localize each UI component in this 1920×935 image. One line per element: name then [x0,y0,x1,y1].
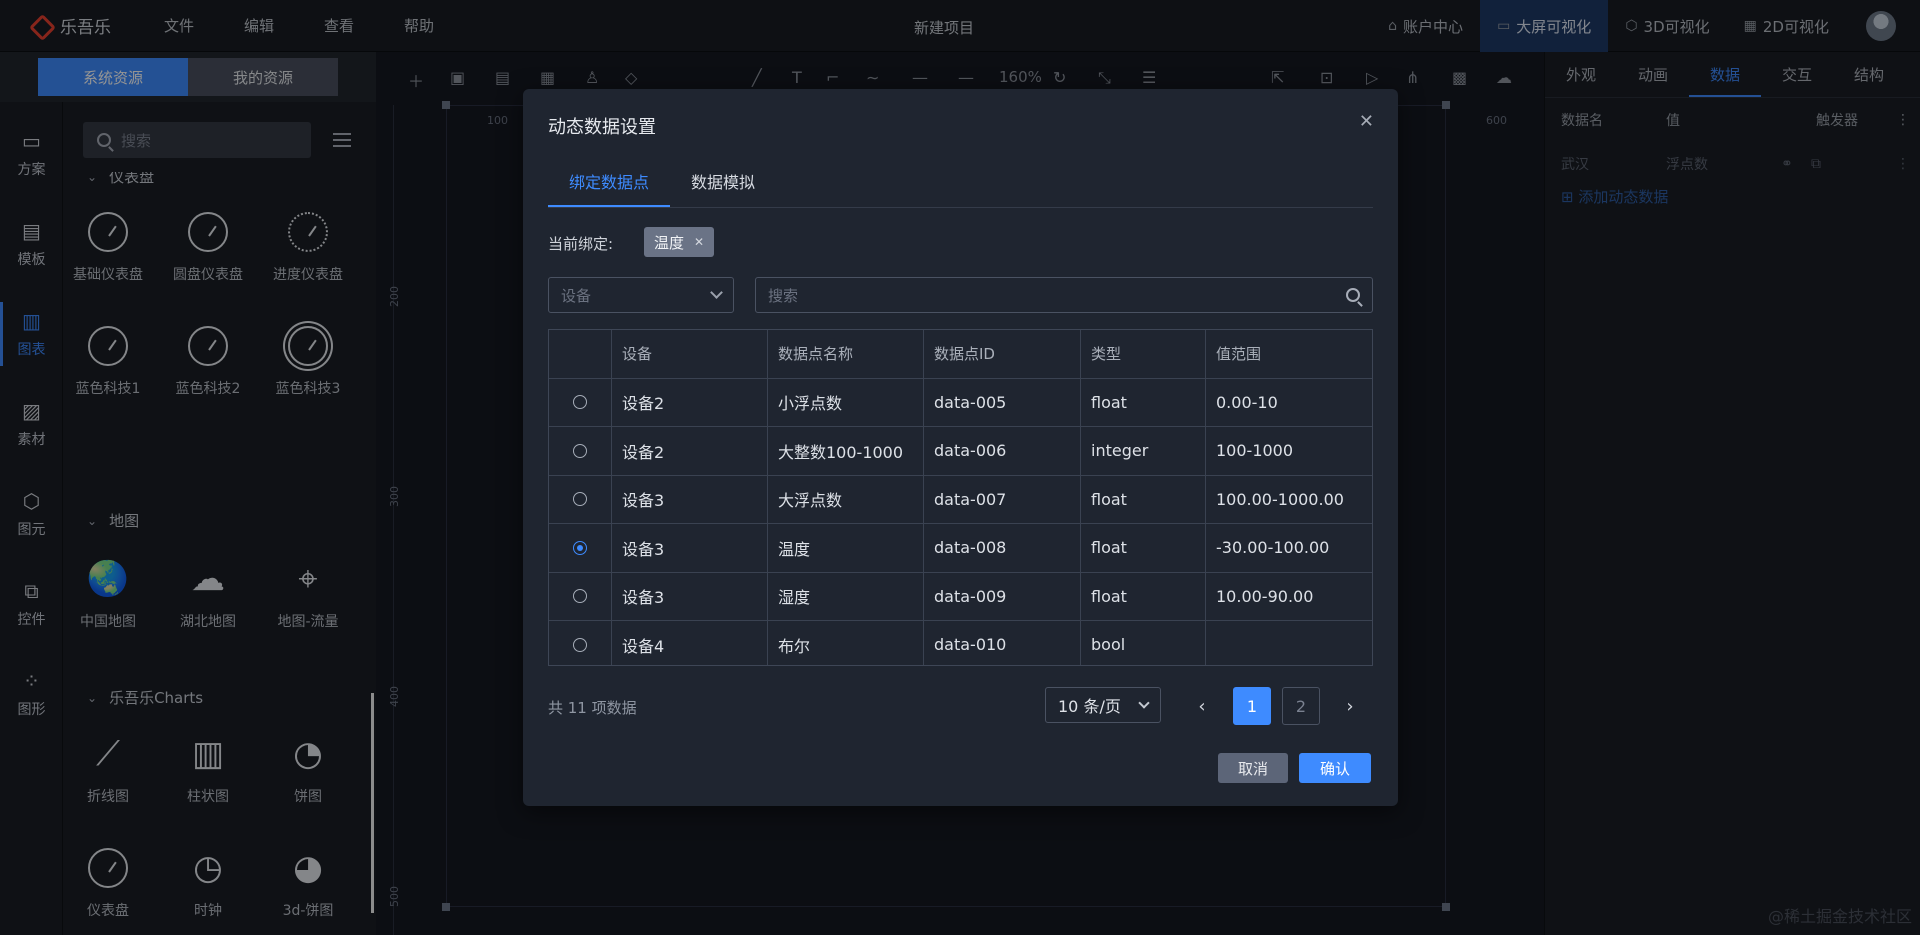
device-select[interactable]: 设备 [548,277,734,313]
tab-data-simulation[interactable]: 数据模拟 [670,164,776,207]
total-count: 共 11 项数据 [548,699,637,717]
current-binding-label: 当前绑定: [548,235,614,253]
confirm-button[interactable]: 确认 [1299,753,1371,783]
cell-name: 大浮点数 [768,475,924,523]
next-page-button[interactable]: › [1331,687,1369,725]
row-select-cell [549,524,612,572]
row-radio[interactable] [573,589,587,604]
page-button-1[interactable]: 1 [1233,687,1271,725]
remove-tag-icon[interactable]: ✕ [694,235,704,249]
close-icon[interactable]: ✕ [1359,111,1374,132]
cell-name: 温度 [768,524,924,572]
cell-id: data-005 [924,378,1081,426]
row-select-cell [549,427,612,475]
row-radio[interactable] [573,395,587,410]
header-datapoint-name: 数据点名称 [768,330,924,378]
tab-bind-datapoint[interactable]: 绑定数据点 [548,164,671,207]
cell-device: 设备3 [612,572,768,620]
cell-name: 大整数100-1000 [768,427,924,475]
dialog-title: 动态数据设置 [548,117,656,138]
row-radio[interactable] [573,492,587,507]
cell-device: 设备4 [612,621,768,665]
cell-id: data-007 [924,475,1081,523]
page-size-value: 10 条/页 [1058,697,1121,716]
header-select [549,330,612,378]
table-row-selected[interactable]: 设备3 温度 data-008 float -30.00-100.00 [549,524,1372,573]
table-row[interactable]: 设备3 湿度 data-009 float 10.00-90.00 [549,572,1372,621]
cell-range: 100-1000 [1216,441,1294,461]
table-header-row: 设备 数据点名称 数据点ID 类型 值范围 [549,330,1372,379]
cell-range [1206,621,1361,665]
dialog-tabs: 绑定数据点 数据模拟 [548,164,1373,208]
current-binding-tag: 温度 ✕ [644,227,715,257]
cell-name: 小浮点数 [768,378,924,426]
table-row[interactable]: 设备2 小浮点数 data-005 float 0.00-10 [549,378,1372,427]
cell-type: bool [1081,621,1206,665]
row-radio-checked[interactable] [573,540,587,555]
table-row[interactable]: 设备2 大整数100-1000 data-006 integer 100-100… [549,427,1372,476]
chevron-right-icon: › [1346,695,1354,717]
cell-device: 设备3 [612,475,768,523]
cell-id: data-006 [924,427,1081,475]
cell-device: 设备3 [612,524,768,572]
tag-label: 温度 [654,233,685,252]
cell-id: data-010 [924,621,1081,665]
row-select-cell [549,378,612,426]
prev-page-button[interactable]: ‹ [1183,687,1221,725]
cell-type: float [1081,572,1206,620]
cell-range: 0.00-10 [1216,392,1278,412]
header-datapoint-id: 数据点ID [924,330,1081,378]
table-row[interactable]: 设备4 布尔 data-010 bool [549,621,1372,665]
cell-id: data-009 [924,572,1081,620]
device-placeholder: 设备 [561,286,592,305]
cell-name: 布尔 [768,621,924,665]
chevron-left-icon: ‹ [1198,695,1206,717]
search-placeholder: 搜索 [768,286,799,305]
chevron-down-icon [1138,696,1150,709]
datapoint-search-input[interactable]: 搜索 [755,277,1373,313]
header-type: 类型 [1081,330,1206,378]
row-radio[interactable] [573,443,587,458]
cell-type: float [1081,475,1206,523]
cancel-button[interactable]: 取消 [1218,753,1288,783]
page-button-2[interactable]: 2 [1282,687,1320,725]
cell-name: 湿度 [768,572,924,620]
cell-type: integer [1081,427,1206,475]
dynamic-data-dialog: 动态数据设置 ✕ 绑定数据点 数据模拟 当前绑定: 温度 ✕ 设备 搜索 设备 … [523,89,1398,806]
cell-range: 10.00-90.00 [1216,586,1314,606]
cell-range: 100.00-1000.00 [1216,489,1344,509]
cell-device: 设备2 [612,427,768,475]
header-range: 值范围 [1216,345,1262,364]
row-select-cell [549,621,612,665]
cell-type: float [1081,378,1206,426]
cell-id: data-008 [924,524,1081,572]
search-icon [1346,288,1360,302]
cell-type: float [1081,524,1206,572]
page-size-select[interactable]: 10 条/页 [1045,687,1161,723]
datapoint-table: 设备 数据点名称 数据点ID 类型 值范围 设备2 小浮点数 data-005 … [548,329,1373,666]
cell-range: -30.00-100.00 [1216,538,1330,558]
row-select-cell [549,475,612,523]
row-select-cell [549,572,612,620]
row-radio[interactable] [573,637,587,652]
header-device: 设备 [612,330,768,378]
table-row[interactable]: 设备3 大浮点数 data-007 float 100.00-1000.00 [549,475,1372,524]
chevron-down-icon [710,286,723,299]
cell-device: 设备2 [612,378,768,426]
